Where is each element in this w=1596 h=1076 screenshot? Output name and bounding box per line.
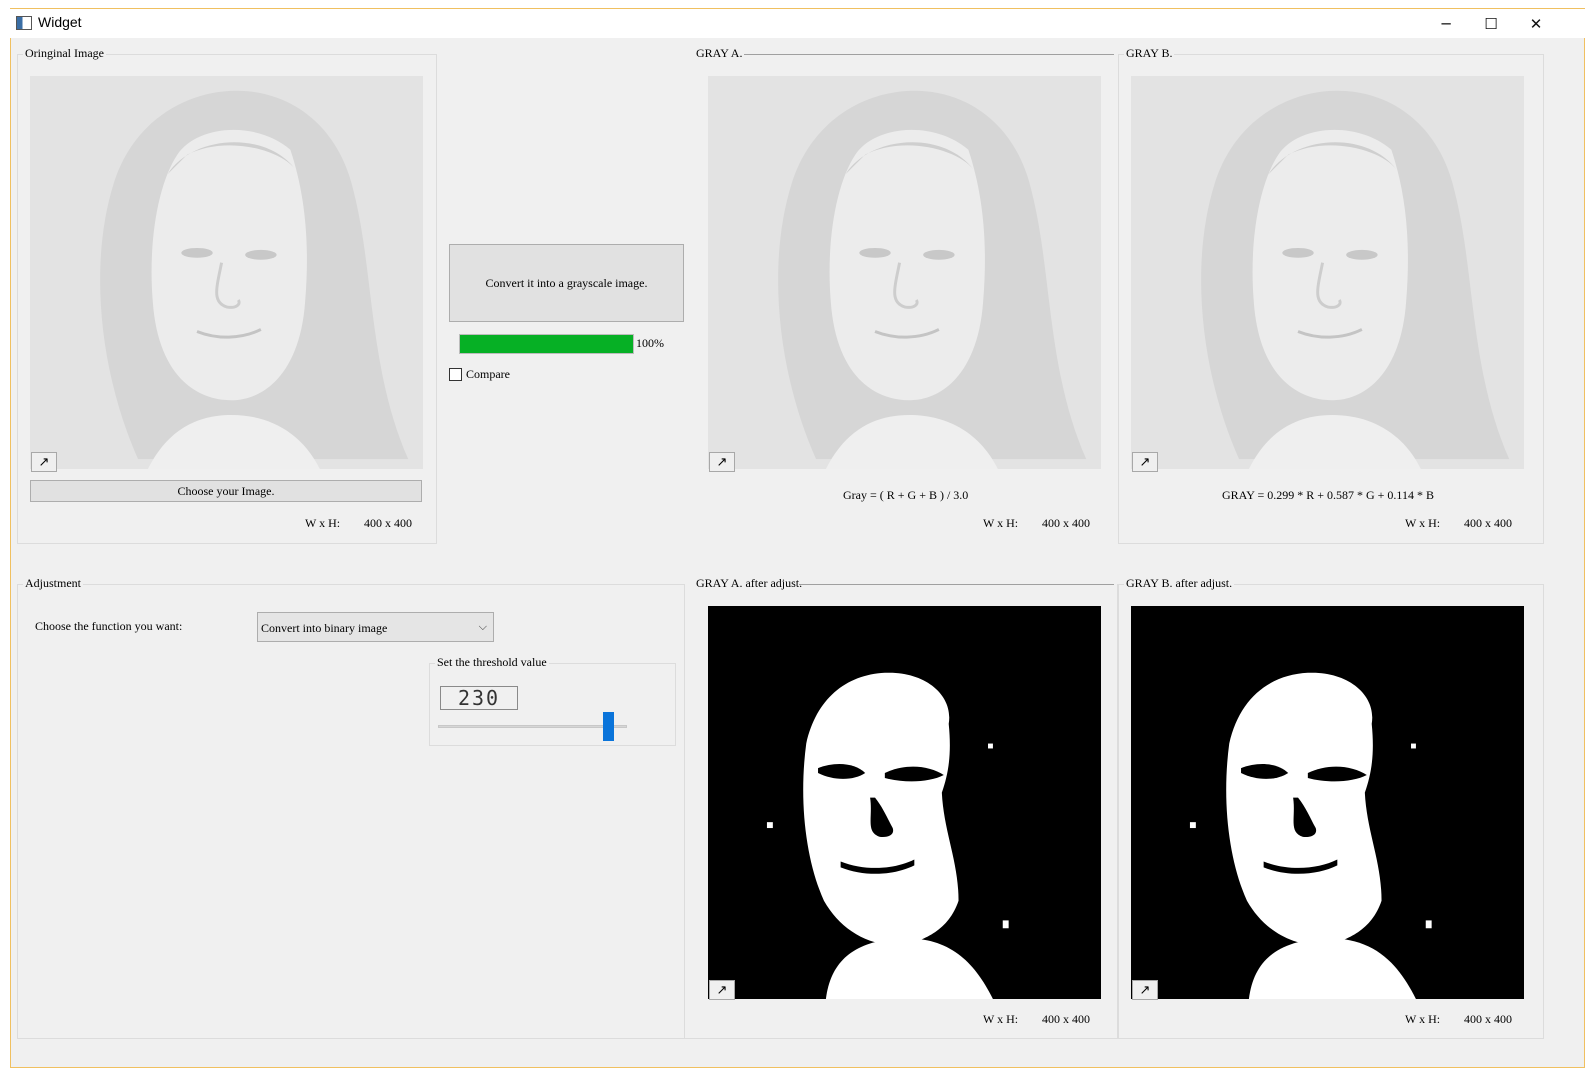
gray-b-adjusted-title: GRAY B. after adjust. [1124,576,1235,591]
conversion-progress-bar [459,334,634,354]
gray-a-formula: Gray = ( R + G + B ) / 3.0 [843,488,969,502]
gray-a-size-value: 400 x 400 [1042,516,1090,530]
gray-a-size-label: W x H: [983,516,1019,530]
client-area: Oringinal Image ↗ Choose your Image. W x… [10,38,1585,1068]
original-size-label: W x H: [305,516,341,530]
close-button[interactable]: ✕ [1513,9,1559,39]
original-expand-icon[interactable]: ↗ [31,452,57,472]
choose-image-button[interactable]: Choose your Image. [30,480,422,502]
gray-b-adjusted-size-value: 400 x 400 [1464,1012,1512,1026]
gray-b-size-value: 400 x 400 [1464,516,1512,530]
convert-grayscale-button[interactable]: Convert it into a grayscale image. [449,244,684,322]
function-label: Choose the function you want: [35,619,183,633]
gray-b-binary-image [1131,606,1524,999]
gray-a-adjusted-title: GRAY A. after adjust. [694,576,805,591]
threshold-slider-handle[interactable] [603,712,615,741]
original-image [30,76,423,469]
gray-b-image [1131,76,1524,469]
gray-a-adjusted-size-value: 400 x 400 [1042,1012,1090,1026]
gray-a-adjusted-expand-icon[interactable]: ↗ [709,980,735,1000]
compare-label: Compare [466,367,510,381]
progress-fill [460,335,633,353]
gray-a-divider [744,54,1114,55]
gray-b-formula: GRAY = 0.299 * R + 0.587 * G + 0.114 * B [1222,488,1434,502]
app-icon [16,16,32,30]
function-select[interactable]: Convert into binary image ⌵ [257,612,494,642]
gray-b-title: GRAY B. [1124,46,1175,61]
gray-b-adjusted-size-label: W x H: [1405,1012,1441,1026]
chevron-down-icon: ⌵ [478,620,487,633]
gray-b-expand-icon[interactable]: ↗ [1132,452,1158,472]
gray-b-size-label: W x H: [1405,516,1441,530]
gray-b-adjusted-expand-icon[interactable]: ↗ [1132,980,1158,1000]
maximize-button[interactable]: ☐ [1468,9,1514,39]
threshold-group-title: Set the threshold value [435,655,549,670]
minimize-button[interactable]: ─ [1423,9,1469,39]
original-group-title: Oringinal Image [23,46,106,61]
gray-a-binary-image [708,606,1101,999]
threshold-slider-track[interactable] [438,725,627,728]
adjustment-title: Adjustment [23,576,83,591]
adjustment-group [17,584,685,1039]
gray-a-expand-icon[interactable]: ↗ [709,452,735,472]
original-size-value: 400 x 400 [364,516,412,530]
function-select-value: Convert into binary image [261,621,388,635]
compare-checkbox[interactable] [449,368,462,381]
title-bar: Widget ─ ☐ ✕ [10,8,1585,39]
gray-a-image [708,76,1101,469]
window-title: Widget [38,14,82,30]
progress-text: 100% [636,336,664,350]
gray-a-adjusted-size-label: W x H: [983,1012,1019,1026]
gray-a-adjusted-divider [799,584,1114,585]
threshold-lcd-display: 230 [440,686,518,710]
gray-a-title: GRAY A. [694,46,745,61]
